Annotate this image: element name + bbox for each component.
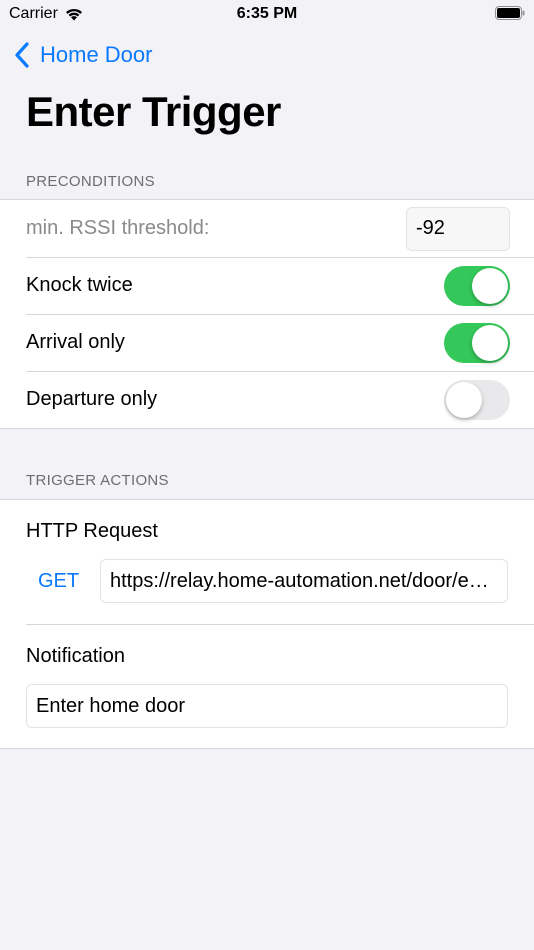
arrival-only-label: Arrival only [26,331,125,353]
preconditions-header: PRECONDITIONS [26,173,155,190]
battery-icon [495,6,525,20]
chevron-left-icon [15,42,29,68]
http-request-title: HTTP Request [26,520,158,542]
knock-twice-toggle[interactable] [444,265,510,306]
toggle-knob [446,381,482,418]
departure-only-row: Departure only [0,371,534,428]
departure-only-toggle[interactable] [444,379,510,420]
status-time: 6:35 PM [236,5,298,22]
departure-only-label: Departure only [26,388,158,410]
knock-twice-row: Knock twice [0,257,534,314]
preconditions-group: min. RSSI threshold: -92 Knock twice Arr… [0,199,534,429]
back-button-label: Home Door [40,42,153,67]
http-url-input[interactable]: https://relay.home-automation.net/door/e… [100,559,508,603]
knock-twice-label: Knock twice [26,274,133,296]
rssi-threshold-value: -92 [416,217,445,239]
toggle-knob [472,267,508,304]
http-method-button[interactable]: GET [26,570,90,593]
toggle-knob [472,324,508,361]
notification-block: Notification Enter home door [0,645,534,728]
arrival-only-row: Arrival only [0,314,534,371]
notification-title: Notification [26,645,125,667]
rssi-row: min. RSSI threshold: -92 [0,200,534,257]
trigger-actions-group: HTTP Request GET https://relay.home-auto… [0,499,534,749]
rssi-threshold-input[interactable]: -92 [406,206,510,251]
actions-divider [26,624,534,625]
http-url-value: https://relay.home-automation.net/door/e… [110,569,495,592]
page-title: Enter Trigger [26,88,281,135]
notification-value: Enter home door [36,694,185,717]
notification-input[interactable]: Enter home door [26,684,508,728]
http-request-line: GET https://relay.home-automation.net/do… [26,559,508,603]
status-bar: Carrier 6:35 PM [0,0,534,30]
rssi-label: min. RSSI threshold: [26,217,210,239]
http-request-block: HTTP Request GET https://relay.home-auto… [0,520,534,603]
back-button[interactable]: Home Door [14,40,152,70]
trigger-actions-header: TRIGGER ACTIONS [26,472,169,489]
arrival-only-toggle[interactable] [444,322,510,363]
